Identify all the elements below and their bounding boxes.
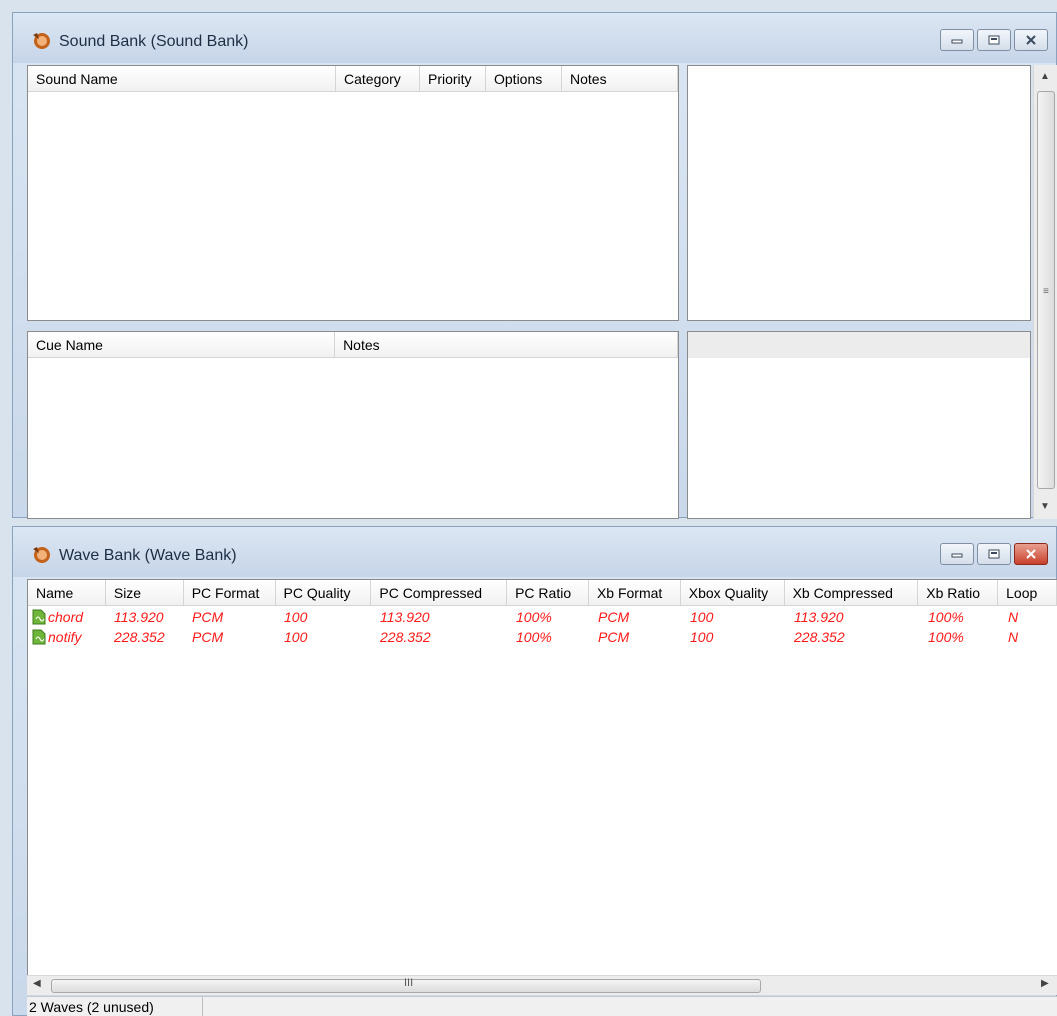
column-xb-format[interactable]: Xb Format [589,580,681,606]
restore-button[interactable] [977,543,1011,565]
cell-pc-compressed: 228.352 [380,629,431,645]
column-pc-ratio[interactable]: PC Ratio [507,580,589,606]
scroll-down-icon[interactable]: ▼ [1040,501,1050,512]
cell-xb-ratio: 100% [928,629,964,645]
cell-xb-compressed: 113.920 [794,609,844,625]
restore-icon [988,549,1000,559]
sound-list[interactable]: Sound Name Category Priority Options Not… [27,65,679,321]
column-sound-name[interactable]: Sound Name [28,66,336,92]
scroll-thumb[interactable]: ≡ [1037,91,1055,489]
wave-bank-titlebar[interactable]: Wave Bank (Wave Bank) [13,527,1056,577]
wave-list[interactable]: Name Size PC Format PC Quality PC Compre… [27,579,1057,985]
minimize-icon [951,39,963,44]
close-icon [1026,549,1036,559]
cell-xb-ratio: 100% [928,609,964,625]
minimize-icon [951,553,963,558]
scroll-left-icon[interactable]: ◀ [33,978,41,989]
close-button[interactable] [1014,29,1048,51]
column-category[interactable]: Category [336,66,420,92]
column-cue-name[interactable]: Cue Name [28,332,336,358]
wave-file-icon [32,609,46,625]
restore-icon [988,35,1000,45]
minimize-button[interactable] [940,543,974,565]
wave-file-icon [32,629,46,645]
close-button[interactable] [1014,543,1048,565]
column-loop[interactable]: Loop [998,580,1057,606]
grip-icon: III [404,977,414,989]
wave-rows: chord 113.920 PCM 100 113.920 100% PCM 1… [28,607,1057,647]
cell-name: notify [48,629,82,645]
caption-buttons [940,543,1048,565]
sound-detail-pane[interactable] [687,65,1031,321]
table-row[interactable]: notify 228.352 PCM 100 228.352 100% PCM … [28,627,1057,647]
cell-size: 228.352 [114,629,165,645]
scroll-up-icon[interactable]: ▲ [1040,71,1050,82]
sound-list-header: Sound Name Category Priority Options Not… [28,66,678,92]
column-priority[interactable]: Priority [420,66,486,92]
cell-pc-ratio: 100% [516,609,552,625]
minimize-button[interactable] [940,29,974,51]
column-xb-ratio[interactable]: Xb Ratio [918,580,999,606]
cell-pc-ratio: 100% [516,629,552,645]
table-row[interactable]: chord 113.920 PCM 100 113.920 100% PCM 1… [28,607,1057,627]
cell-pc-quality: 100 [284,609,308,625]
cue-detail-header [688,332,1030,358]
app-icon [33,547,50,563]
wave-list-header: Name Size PC Format PC Quality PC Compre… [28,580,1057,606]
column-xbox-quality[interactable]: Xbox Quality [681,580,785,606]
cell-pc-format: PCM [192,629,224,645]
wave-bank-window[interactable]: Wave Bank (Wave Bank) Name Size PC Forma… [12,526,1057,1016]
window-title: Wave Bank (Wave Bank) [59,547,237,564]
cell-pc-quality: 100 [284,629,308,645]
cell-name: chord [48,609,84,625]
column-xb-compressed[interactable]: Xb Compressed [785,580,919,606]
window-title: Sound Bank (Sound Bank) [59,33,249,50]
app-icon [33,33,50,49]
column-size[interactable]: Size [106,580,184,606]
column-pc-quality[interactable]: PC Quality [276,580,372,606]
column-cue-notes[interactable]: Notes [335,332,678,358]
cue-list[interactable]: Cue Name Notes [27,331,679,519]
restore-button[interactable] [977,29,1011,51]
status-text: 2 Waves (2 unused) [27,997,203,1016]
column-options[interactable]: Options [486,66,562,92]
column-name[interactable]: Name [28,580,106,606]
status-bar: 2 Waves (2 unused) [27,996,1057,1016]
cell-loop: N [1008,629,1019,645]
cell-xb-format: PCM [598,629,630,645]
column-pc-compressed[interactable]: PC Compressed [371,580,508,606]
scroll-thumb[interactable]: III [51,977,761,993]
scroll-right-icon[interactable]: ▶ [1041,978,1049,989]
cell-xbox-quality: 100 [690,609,714,625]
vertical-scrollbar[interactable]: ▲ ≡ ▼ [1033,65,1057,519]
caption-buttons [940,29,1048,51]
cell-pc-compressed: 113.920 [380,609,430,625]
cell-xbox-quality: 100 [690,629,714,645]
close-icon [1026,35,1036,45]
grip-icon: ≡ [1043,286,1049,297]
cue-list-header: Cue Name Notes [28,332,678,358]
sound-bank-titlebar[interactable]: Sound Bank (Sound Bank) [13,13,1056,63]
cue-detail-pane[interactable] [687,331,1031,519]
horizontal-scrollbar[interactable]: ◀ III ▶ [27,975,1057,995]
cell-loop: N [1008,609,1019,625]
sound-bank-window[interactable]: Sound Bank (Sound Bank) Sound Name Categ… [12,12,1057,519]
cell-xb-compressed: 228.352 [794,629,845,645]
column-pc-format[interactable]: PC Format [184,580,276,606]
column-notes[interactable]: Notes [562,66,678,92]
cell-pc-format: PCM [192,609,224,625]
cell-xb-format: PCM [598,609,630,625]
cell-size: 113.920 [114,609,164,625]
